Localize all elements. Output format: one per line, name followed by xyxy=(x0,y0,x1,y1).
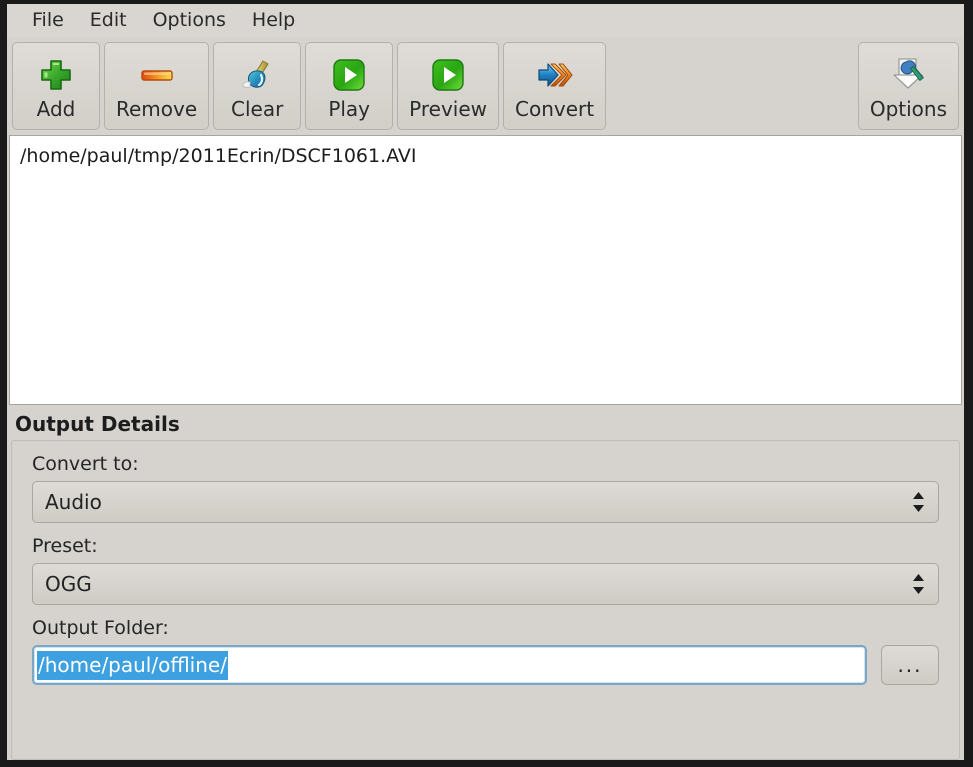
options-button-label: Options xyxy=(869,96,947,121)
output-details-title: Output Details xyxy=(15,412,180,436)
clear-button-label: Clear xyxy=(231,96,284,121)
add-button[interactable]: Add xyxy=(12,42,100,130)
menu-item-options[interactable]: Options xyxy=(140,9,239,33)
preview-button[interactable]: Preview xyxy=(397,42,500,130)
preview-button-label: Preview xyxy=(409,96,488,121)
output-folder-input[interactable]: /home/paul/offline/ xyxy=(32,645,867,685)
options-button[interactable]: Options xyxy=(857,42,959,130)
browse-folder-button-label: ... xyxy=(897,653,923,677)
output-folder-value: /home/paul/offline/ xyxy=(37,650,228,680)
toolbar-main-group: Add Remove Clear Play Preview Convert xyxy=(12,42,610,130)
clear-button[interactable]: Clear xyxy=(213,42,302,130)
convert-button[interactable]: Convert xyxy=(503,42,607,130)
output-details-section: Output Details Convert to: Audio Preset:… xyxy=(7,405,964,760)
plus-icon xyxy=(34,53,78,97)
preset-value: OGG xyxy=(45,572,92,596)
preset-label: Preset: xyxy=(32,535,98,557)
convert-button-label: Convert xyxy=(515,96,595,121)
browse-folder-button[interactable]: ... xyxy=(881,645,939,685)
menu-item-file[interactable]: File xyxy=(19,9,77,33)
list-item[interactable]: /home/paul/tmp/2011Ecrin/DSCF1061.AVI xyxy=(10,143,961,171)
menu-item-edit[interactable]: Edit xyxy=(77,9,140,33)
play-icon xyxy=(327,53,371,97)
remove-button-label: Remove xyxy=(116,96,198,121)
output-folder-label: Output Folder: xyxy=(32,617,169,639)
wrench-document-icon xyxy=(886,53,930,97)
chevron-updown-icon xyxy=(910,573,926,595)
output-folder-row: /home/paul/offline/ ... xyxy=(32,645,939,685)
play-icon xyxy=(426,53,470,97)
menu-bar: File Edit Options Help xyxy=(7,4,964,37)
minus-icon xyxy=(135,53,179,97)
add-button-label: Add xyxy=(36,96,76,121)
remove-button[interactable]: Remove xyxy=(104,42,210,130)
convert-to-value: Audio xyxy=(45,490,102,514)
toolbar-options-group: Options xyxy=(857,42,959,130)
convert-arrow-icon xyxy=(533,53,577,97)
brush-icon xyxy=(235,53,279,97)
play-button-label: Play xyxy=(328,96,371,121)
chevron-updown-icon xyxy=(910,491,926,513)
application-window: File Edit Options Help Add Remove Clear … xyxy=(0,0,973,767)
preset-select[interactable]: OGG xyxy=(32,563,939,605)
convert-to-select[interactable]: Audio xyxy=(32,481,939,523)
toolbar: Add Remove Clear Play Preview Convert Op… xyxy=(7,37,964,135)
convert-to-label: Convert to: xyxy=(32,453,139,475)
output-details-groupbox: Convert to: Audio Preset: OGG Output Fol… xyxy=(11,440,960,760)
play-button[interactable]: Play xyxy=(305,42,394,130)
menu-item-help[interactable]: Help xyxy=(239,9,308,33)
file-list[interactable]: /home/paul/tmp/2011Ecrin/DSCF1061.AVI xyxy=(9,135,962,405)
